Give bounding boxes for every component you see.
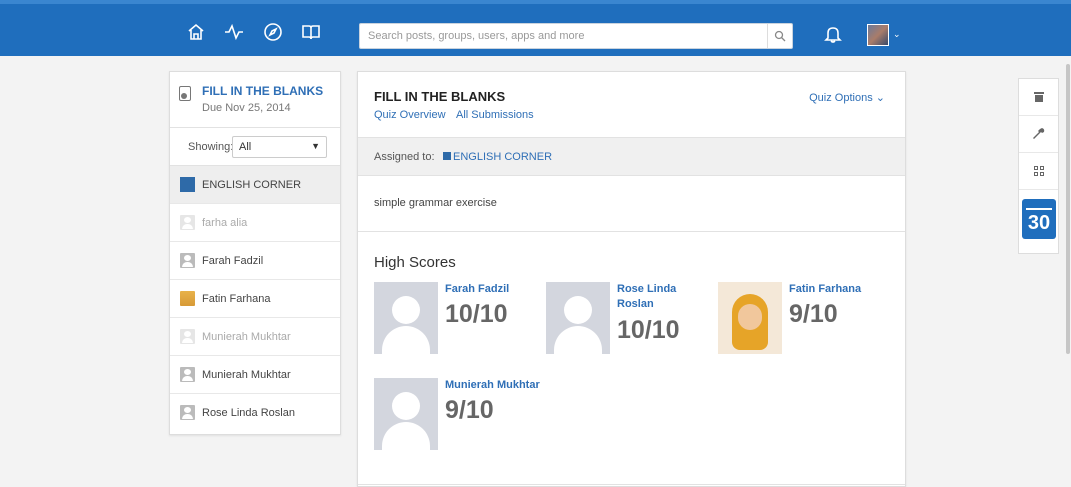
page-title: FILL IN THE BLANKS [374,89,506,104]
quiz-title[interactable]: FILL IN THE BLANKS [202,84,323,98]
chevron-down-icon[interactable]: ⌄ [893,29,901,40]
showing-label: Showing: [188,141,234,153]
sidebar-item-user[interactable]: Fatin Farhana [170,280,340,318]
sidebar-item-user[interactable]: Farah Fadzil [170,242,340,280]
high-score-card: Fatin Farhana 9/10 [718,282,878,357]
high-score-card: Munierah Mukhtar 9/10 [374,378,540,453]
store-icon [1033,92,1044,102]
book-icon[interactable] [301,22,321,42]
compass-icon[interactable] [263,22,283,42]
quiz-main-panel: FILL IN THE BLANKS Quiz Overview All Sub… [357,71,906,487]
sidebar-item-user[interactable]: Rose Linda Roslan [170,394,340,432]
score-name[interactable]: Fatin Farhana [789,282,879,297]
user-photo-icon [180,291,195,306]
tools-button[interactable] [1019,116,1058,153]
apps-button[interactable] [1019,153,1058,190]
high-score-card: Rose Linda Roslan 10/10 [546,282,706,357]
sidebar-item-label: Rose Linda Roslan [202,407,295,419]
user-icon [180,329,195,344]
quiz-tabs: Quiz Overview All Submissions [374,109,542,121]
sidebar-item-user[interactable]: Munierah Mukhtar [170,356,340,394]
activity-icon[interactable] [224,22,244,42]
score-name[interactable]: Rose Linda Roslan [617,282,683,312]
showing-value: All [239,141,252,153]
calendar-day: 30 [1027,212,1051,234]
search-icon [774,30,786,42]
search-box [359,23,793,49]
avatar[interactable] [374,378,438,450]
showing-select[interactable]: All ▼ [232,136,327,158]
calendar-top [1026,202,1052,210]
store-button[interactable] [1019,79,1058,116]
user-icon [180,215,195,230]
sidebar-item-user[interactable]: farha alia [170,204,340,242]
assigned-group-link[interactable]: ENGLISH CORNER [453,151,552,163]
chevron-down-icon: ⌄ [875,92,885,104]
group-icon [180,177,195,192]
sidebar-item-label: farha alia [202,217,248,229]
tab-quiz-overview[interactable]: Quiz Overview [374,109,446,121]
divider [358,484,905,485]
sidebar-item-label: Munierah Mukhtar [202,369,291,381]
right-toolbar: 30 [1018,78,1059,254]
score-name[interactable]: Farah Fadzil [445,282,535,297]
score-value: 10/10 [445,300,508,328]
score-value: 9/10 [789,300,838,328]
home-icon[interactable] [186,22,206,42]
user-avatar[interactable] [867,24,889,46]
avatar[interactable] [718,282,782,354]
sidebar-item-user[interactable]: Munierah Mukhtar [170,318,340,356]
sidebar-item-group[interactable]: ENGLISH CORNER [170,166,340,204]
score-value: 10/10 [617,316,680,344]
bell-icon[interactable] [824,25,842,48]
user-icon [180,405,195,420]
quiz-icon [179,86,191,101]
user-icon [180,253,195,268]
group-icon [443,152,451,160]
sidebar-item-label: Farah Fadzil [202,255,264,267]
tab-all-submissions[interactable]: All Submissions [456,109,534,121]
assigned-label: Assigned to: [374,151,435,163]
dropdown-arrow-icon: ▼ [311,141,320,151]
showing-filter: Showing: All ▼ [170,128,340,166]
quiz-header: FILL IN THE BLANKS Due Nov 25, 2014 [170,72,340,128]
quiz-options-label: Quiz Options [809,92,873,104]
user-icon [180,367,195,382]
avatar[interactable] [374,282,438,354]
score-name[interactable]: Munierah Mukhtar [445,378,555,393]
sidebar-item-label: ENGLISH CORNER [202,179,302,191]
scrollbar[interactable] [1066,64,1070,354]
score-value: 9/10 [445,396,494,424]
search-input[interactable] [360,24,760,48]
main-header: FILL IN THE BLANKS Quiz Overview All Sub… [358,72,905,138]
top-nav-bar: ⌄ [0,0,1071,56]
calendar-icon[interactable]: 30 [1022,199,1056,239]
avatar[interactable] [546,282,610,354]
sidebar-item-label: Fatin Farhana [202,293,271,305]
description-text: simple grammar exercise [374,197,497,209]
high-scores-title: High Scores [374,254,456,271]
due-date: Due Nov 25, 2014 [202,102,291,114]
high-score-card: Farah Fadzil 10/10 [374,282,534,357]
quiz-sidebar: FILL IN THE BLANKS Due Nov 25, 2014 Show… [169,71,341,435]
quiz-description: simple grammar exercise [358,176,905,232]
sidebar-item-label: Munierah Mukhtar [202,331,291,343]
wrench-icon [1032,128,1044,139]
search-button[interactable] [767,24,792,48]
quiz-options-button[interactable]: Quiz Options ⌄ [809,91,885,104]
grid-icon [1033,166,1044,176]
assigned-to-bar: Assigned to: ENGLISH CORNER [358,138,905,176]
